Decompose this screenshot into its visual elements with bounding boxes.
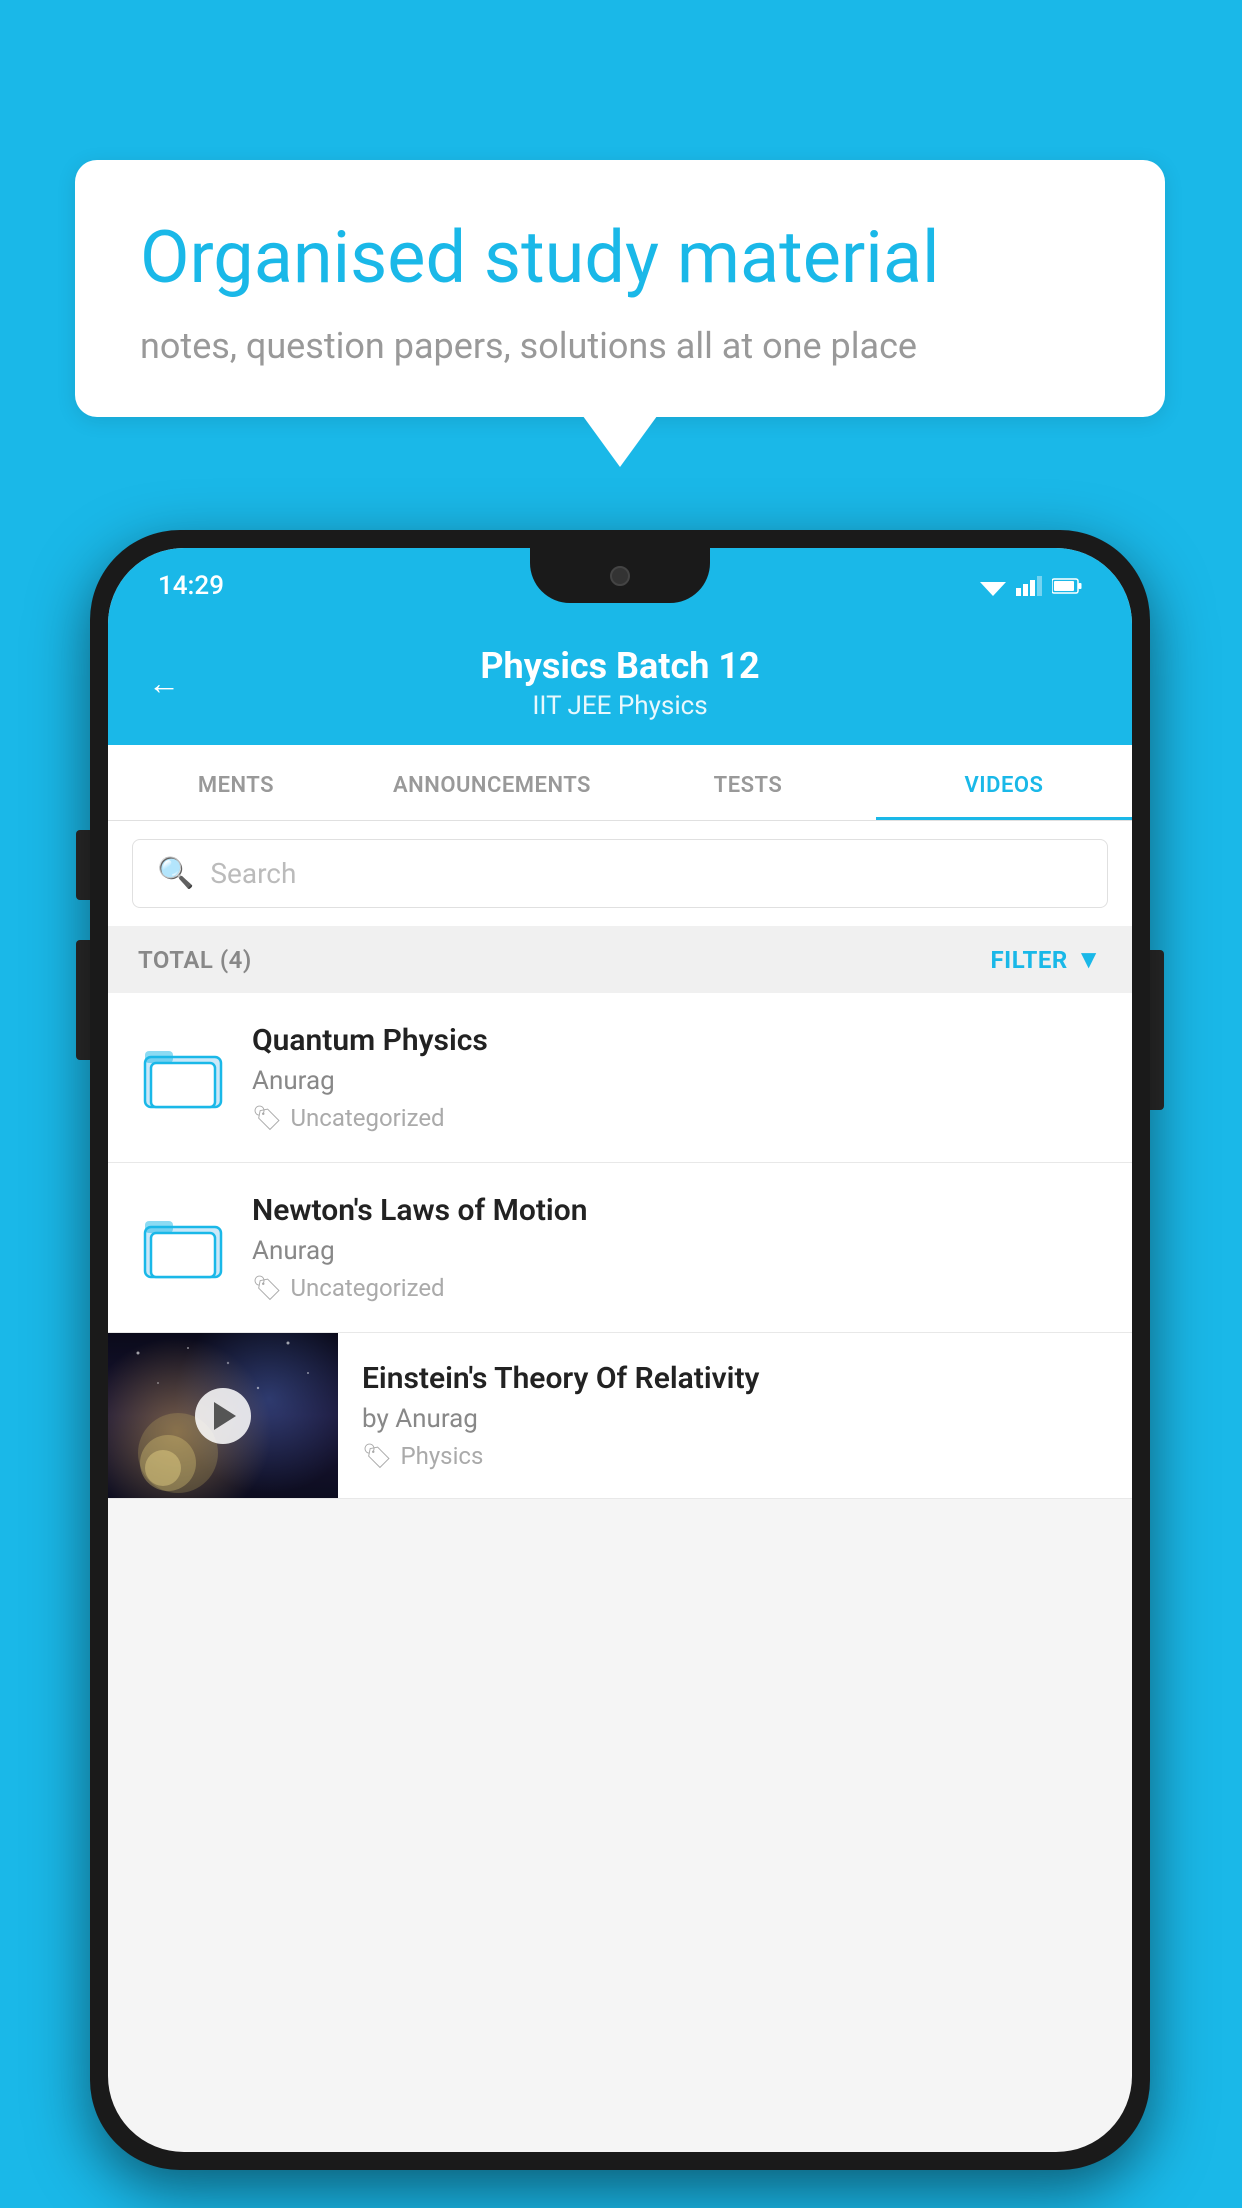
phone-frame: 14:29 [90,530,1150,2170]
content-list: Quantum Physics Anurag 🏷 Uncategorized [108,993,1132,1499]
speech-bubble-subtitle: notes, question papers, solutions all at… [140,325,1100,367]
play-triangle-icon [214,1402,236,1430]
speech-bubble-title: Organised study material [140,215,1100,301]
notch [530,548,710,603]
video-author: by Anurag [362,1404,1108,1434]
app-header: ← Physics Batch 12 IIT JEE Physics [108,623,1132,745]
item-tag: 🏷 Uncategorized [252,1274,1102,1302]
phone-wrapper: 14:29 [90,530,1150,2170]
header-title-block: Physics Batch 12 IIT JEE Physics [204,645,1036,721]
tab-announcements[interactable]: ANNOUNCEMENTS [364,745,620,820]
video-thumbnail [108,1333,338,1498]
status-time: 14:29 [158,571,224,601]
back-button[interactable]: ← [148,664,180,702]
video-tag: 🏷 Physics [362,1442,1108,1470]
play-button[interactable] [195,1388,251,1444]
video-info: Einstein's Theory Of Relativity by Anura… [338,1333,1132,1498]
phone-screen: 14:29 [108,548,1132,2152]
tab-ments[interactable]: MENTS [108,745,364,820]
search-container: 🔍 Search [108,821,1132,926]
search-bar[interactable]: 🔍 Search [132,839,1108,908]
battery-icon [1052,578,1082,594]
tab-videos[interactable]: VIDEOS [876,745,1132,820]
video-list-item[interactable]: Einstein's Theory Of Relativity by Anura… [108,1333,1132,1499]
item-author: Anurag [252,1236,1102,1266]
folder-icon [143,1039,223,1109]
filter-button[interactable]: FILTER ▼ [991,944,1103,975]
volume-down-button [76,940,90,1060]
tag-icon: 🏷 [252,1274,282,1302]
item-title: Quantum Physics [252,1023,1102,1058]
tabs-bar: MENTS ANNOUNCEMENTS TESTS VIDEOS [108,745,1132,821]
item-info: Quantum Physics Anurag 🏷 Uncategorized [252,1023,1102,1132]
tag-icon: 🏷 [362,1442,392,1470]
power-button [1150,950,1164,1110]
search-icon: 🔍 [157,856,194,891]
total-count-label: TOTAL (4) [138,946,252,974]
list-item[interactable]: Quantum Physics Anurag 🏷 Uncategorized [108,993,1132,1163]
filter-icon: ▼ [1076,944,1102,975]
status-bar: 14:29 [108,548,1132,623]
filter-bar: TOTAL (4) FILTER ▼ [108,926,1132,993]
batch-title: Physics Batch 12 [204,645,1036,687]
speech-bubble: Organised study material notes, question… [75,160,1165,417]
item-author: Anurag [252,1066,1102,1096]
folder-icon-wrap [138,1199,228,1289]
tab-tests[interactable]: TESTS [620,745,876,820]
item-info: Newton's Laws of Motion Anurag 🏷 Uncateg… [252,1193,1102,1302]
camera-dot [610,566,630,586]
folder-icon-wrap [138,1029,228,1119]
search-placeholder: Search [210,857,296,890]
batch-subtitle: IIT JEE Physics [204,691,1036,721]
item-tag: 🏷 Uncategorized [252,1104,1102,1132]
item-title: Newton's Laws of Motion [252,1193,1102,1228]
list-item[interactable]: Newton's Laws of Motion Anurag 🏷 Uncateg… [108,1163,1132,1333]
folder-icon [143,1209,223,1279]
status-icons [980,576,1082,596]
video-title: Einstein's Theory Of Relativity [362,1361,1108,1396]
signal-icon [1016,576,1042,596]
volume-up-button [76,830,90,900]
tag-icon: 🏷 [252,1104,282,1132]
wifi-icon [980,576,1006,596]
